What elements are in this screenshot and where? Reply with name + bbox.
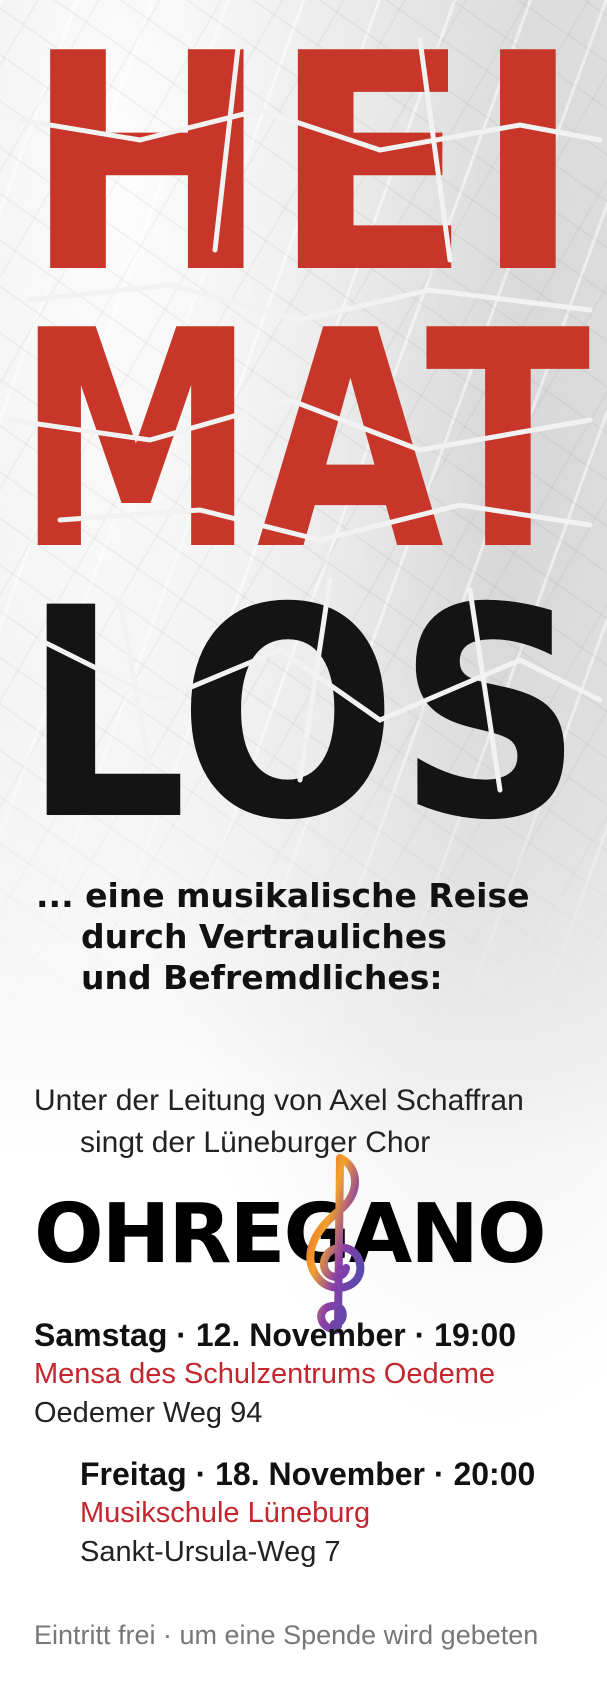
event-1-date: Samstag · 12. November · 19:00 [34, 1317, 516, 1353]
event-1-venue: Mensa des Schulzentrums Oedeme [34, 1358, 495, 1390]
event-1-address: Oedemer Weg 94 [34, 1397, 263, 1429]
tagline: ... eine musikalische Reise durch Vertra… [36, 875, 596, 998]
footer-note: Eintritt frei · um eine Spende wird gebe… [34, 1620, 539, 1650]
event-2-date: Freitag · 18. November · 20:00 [80, 1456, 536, 1492]
event-2-venue: Musikschule Lüneburg [80, 1497, 371, 1529]
event-1: Samstag · 12. November · 19:00 Mensa des… [34, 1316, 516, 1433]
tagline-line-2: durch Vertrauliches [81, 917, 447, 956]
intro-line-1: Unter der Leitung von Axel Schaffran [34, 1084, 524, 1117]
treble-clef-icon [306, 1154, 365, 1334]
tagline-line-3: und Befremdliches: [81, 958, 443, 997]
heimatlos-title-art: HEI MAT LOS [7, 0, 603, 860]
event-2-address: Sankt-Ursula-Weg 7 [80, 1536, 341, 1568]
tagline-line-1: ... eine musikalische Reise [36, 876, 530, 915]
intro-line-2: singt der Lüneburger Chor [80, 1126, 431, 1159]
event-2: Freitag · 18. November · 20:00 Musikschu… [80, 1455, 535, 1572]
title-line-3: LOS [23, 547, 583, 860]
intro-text: Unter der Leitung von Axel Schaffran sin… [34, 1080, 524, 1164]
